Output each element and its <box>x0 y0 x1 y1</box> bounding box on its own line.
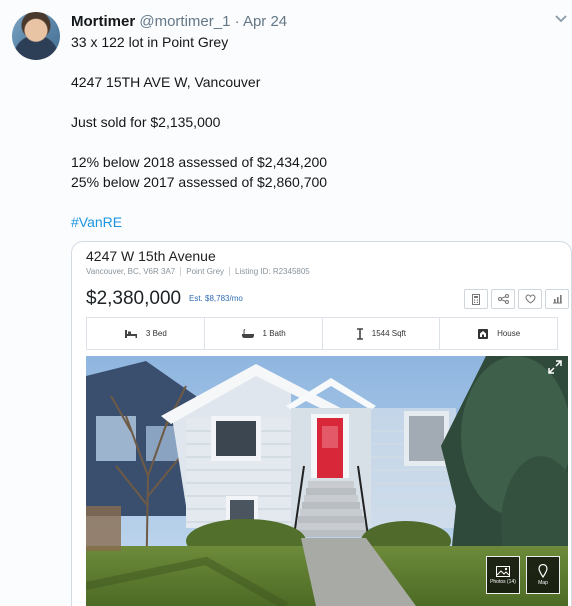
features-bar: 3 Bed 1 Bath 1544 Sqft House <box>86 317 558 350</box>
feature-baths: 1 Bath <box>205 318 323 349</box>
share-icon <box>497 294 509 304</box>
favorite-button[interactable] <box>518 289 542 309</box>
separator-dot: · <box>234 13 240 30</box>
feature-sqft: 1544 Sqft <box>323 318 441 349</box>
sqft-label: 1544 Sqft <box>371 329 406 338</box>
tweet-line-2018: 12% below 2018 assessed of $2,434,200 <box>71 154 328 170</box>
sqft-icon <box>356 327 363 340</box>
hashtag-link[interactable]: #VanRE <box>71 212 551 232</box>
feature-beds: 3 Bed <box>87 318 205 349</box>
avatar[interactable] <box>12 12 60 60</box>
calculator-icon <box>472 293 480 305</box>
bed-icon <box>124 329 137 338</box>
listing-photo[interactable]: Photos (14) Map <box>86 356 568 606</box>
listing-price: $2,380,000 <box>86 288 182 309</box>
tweet-line-sold: Just sold for $2,135,000 <box>71 114 221 130</box>
listing-meta: Vancouver, BC, V6R 3A7 Point Grey Listing … <box>86 267 310 277</box>
tweet-line-address: 4247 15TH AVE W, Vancouver <box>71 74 261 90</box>
divider <box>180 267 182 277</box>
map-pin-icon <box>538 564 548 578</box>
estimate-link[interactable]: Est. $8,783/mo <box>189 294 243 303</box>
author-name[interactable]: Mortimer <box>71 13 135 30</box>
stats-button[interactable] <box>545 289 569 309</box>
share-button[interactable] <box>491 289 515 309</box>
author-handle[interactable]: @mortimer_1 <box>139 13 230 30</box>
map-button[interactable]: Map <box>526 556 560 594</box>
photos-button[interactable]: Photos (14) <box>486 556 520 594</box>
map-label: Map <box>538 580 548 586</box>
baths-label: 1 Bath <box>262 329 286 338</box>
divider <box>229 267 231 277</box>
tweet-line-2017: 25% below 2017 assessed of $2,860,700 <box>71 174 328 190</box>
chart-icon <box>552 295 562 304</box>
feature-type: House <box>440 318 557 349</box>
beds-label: 3 Bed <box>145 329 167 338</box>
tweet-line-lot: 33 x 122 lot in Point Grey <box>71 34 229 50</box>
photos-label: Photos (14) <box>490 578 516 585</box>
listing-id: Listing ID: R2345805 <box>235 267 310 276</box>
tweet: Mortimer @mortimer_1 · Apr 24 33 x 122 l… <box>0 0 572 606</box>
tweet-header: Mortimer @mortimer_1 · Apr 24 <box>71 12 287 32</box>
house-icon <box>478 328 489 339</box>
chevron-down-icon[interactable] <box>554 14 568 24</box>
type-label: House <box>497 329 521 338</box>
heart-icon <box>525 294 535 304</box>
listing-title[interactable]: 4247 W 15th Avenue <box>86 248 216 264</box>
listing-card[interactable]: 4247 W 15th Avenue Vancouver, BC, V6R 3A… <box>71 241 572 606</box>
photos-icon <box>496 565 510 577</box>
tweet-date[interactable]: Apr 24 <box>243 13 287 30</box>
listing-location: Vancouver, BC, V6R 3A7 <box>86 267 176 276</box>
tweet-text: 33 x 122 lot in Point Grey 4247 15TH AVE… <box>71 32 551 252</box>
calculator-button[interactable] <box>464 289 488 309</box>
expand-icon[interactable] <box>548 360 562 374</box>
listing-actions <box>464 289 569 309</box>
listing-area: Point Grey <box>186 267 225 276</box>
bath-icon <box>241 328 254 338</box>
